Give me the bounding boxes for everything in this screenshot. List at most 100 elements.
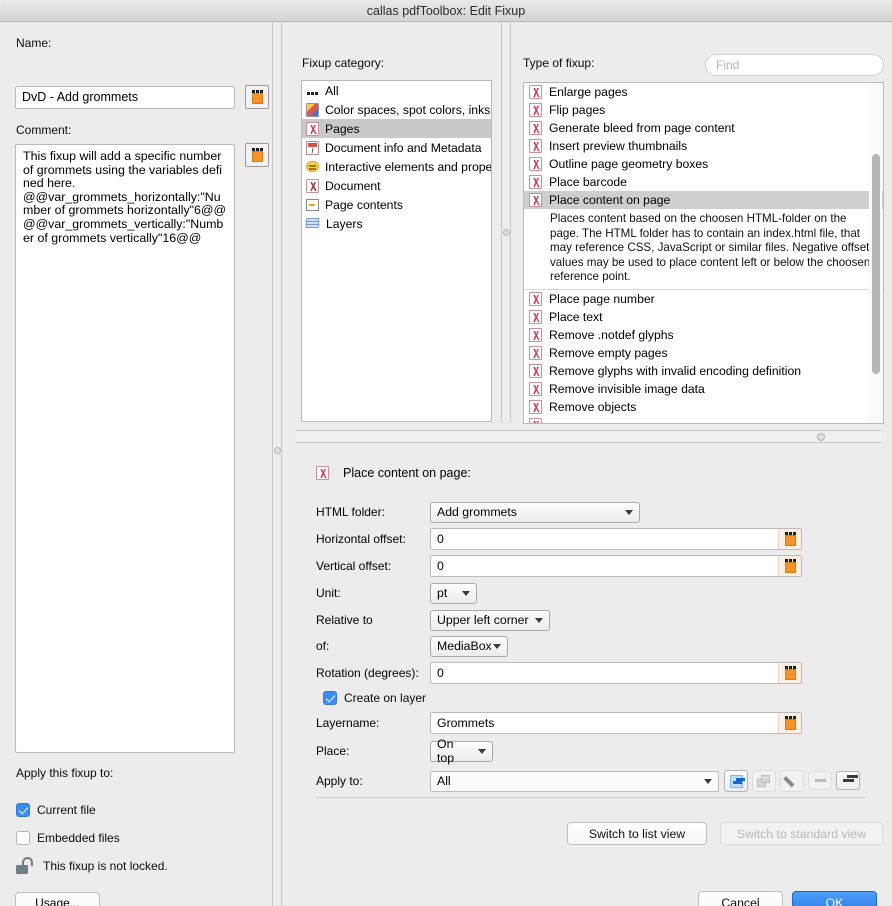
type-item-remove-objects[interactable]: Remove objects <box>524 398 883 416</box>
fixup-category-list[interactable]: All Color spaces, spot colors, inks Page… <box>301 80 492 422</box>
rotation-variable-button[interactable] <box>778 663 801 683</box>
type-item-place-barcode[interactable]: Place barcode <box>524 173 883 191</box>
ok-button[interactable]: OK <box>792 891 877 906</box>
type-list-scrollbar[interactable] <box>869 84 882 423</box>
type-item-remove-empty-pages[interactable]: Remove empty pages <box>524 344 883 362</box>
type-item-remove-invisible-image-data[interactable]: Remove invisible image data <box>524 380 883 398</box>
row-apply-to: Apply to: All <box>290 770 892 792</box>
place-dropdown[interactable]: On top <box>430 737 493 765</box>
horizontal-offset-input[interactable]: 0 <box>430 528 802 550</box>
of-dropdown[interactable]: MediaBox <box>430 635 508 657</box>
category-item-pages[interactable]: Pages <box>302 119 491 138</box>
comment-textarea[interactable]: This fixup will add a specific number of… <box>15 144 235 753</box>
horizontal-splitter[interactable] <box>296 430 882 443</box>
checkbox-create-on-layer[interactable]: Create on layer <box>323 691 426 705</box>
type-item-description: Places content based on the choosen HTML… <box>524 209 883 290</box>
rotation-input[interactable]: 0 <box>430 662 802 684</box>
type-item-place-text[interactable]: Place text <box>524 308 883 326</box>
comment-label: Comment: <box>16 123 72 137</box>
form-title: Place content on page: <box>343 466 471 480</box>
apply-to-value: All <box>437 774 451 788</box>
find-input[interactable]: Find <box>705 54 884 76</box>
unit-dropdown[interactable]: pt <box>430 582 477 604</box>
layername-input[interactable]: Grommets <box>430 712 802 734</box>
category-item-all[interactable]: All <box>302 81 491 100</box>
chevron-down-icon <box>625 510 633 515</box>
name-label: Name: <box>16 36 52 50</box>
row-rotation: Rotation (degrees): 0 <box>290 662 892 684</box>
type-item-enlarge-pages[interactable]: Enlarge pages <box>524 83 883 101</box>
type-list-scroll-thumb[interactable] <box>872 154 880 374</box>
category-item-interactive-elements[interactable]: Interactive elements and properties <box>302 157 491 176</box>
comment-variable-button[interactable] <box>245 143 269 167</box>
apply-to-add-button[interactable] <box>724 770 748 792</box>
name-variable-button[interactable] <box>245 85 269 109</box>
checkbox-current-file[interactable]: Current file <box>16 803 96 817</box>
category-item-layers[interactable]: Layers <box>302 214 491 233</box>
form-title-row: Place content on page: <box>316 466 471 480</box>
type-item-remove-invalid-encoding-glyphs[interactable]: Remove glyphs with invalid encoding defi… <box>524 362 883 380</box>
type-of-fixup-list[interactable]: Enlarge pages Flip pages Generate bleed … <box>523 82 884 424</box>
layername-variable-button[interactable] <box>778 713 801 733</box>
usage-button[interactable]: Usage... <box>15 892 100 906</box>
orange-variable-icon <box>784 532 797 546</box>
type-item-place-page-number[interactable]: Place page number <box>524 290 883 308</box>
chevron-down-icon <box>704 779 712 784</box>
type-item-remove-notdef-glyphs[interactable]: Remove .notdef glyphs <box>524 326 883 344</box>
middle-splitter-handle[interactable] <box>503 229 510 236</box>
apply-fixup-to-label: Apply this fixup to: <box>16 766 114 780</box>
edit-pencil-icon <box>785 775 799 788</box>
middle-splitter[interactable] <box>501 22 511 422</box>
duplicate-icon <box>757 774 771 788</box>
unlocked-padlock-icon <box>16 857 33 874</box>
orange-variable-icon <box>251 148 264 162</box>
layername-label: Layername: <box>316 716 380 730</box>
name-input[interactable]: DvD - Add grommets <box>15 86 235 109</box>
window-titlebar: callas pdfToolbox: Edit Fixup <box>0 0 892 22</box>
relative-to-value: Upper left corner <box>437 613 529 627</box>
pdf-page-icon <box>529 363 542 378</box>
unit-label: Unit: <box>316 586 341 600</box>
category-item-label: Color spaces, spot colors, inks <box>325 102 491 117</box>
vertical-offset-input[interactable]: 0 <box>430 555 802 577</box>
apply-to-dropdown[interactable]: All <box>430 770 719 792</box>
type-item-label: Remove objects <box>549 399 637 414</box>
pdf-page-icon <box>306 121 319 136</box>
rotation-value: 0 <box>437 666 444 680</box>
switch-to-list-view-button[interactable]: Switch to list view <box>567 822 707 845</box>
relative-to-dropdown[interactable]: Upper left corner <box>430 609 550 631</box>
color-swatch-icon <box>306 102 319 117</box>
left-splitter-handle[interactable] <box>274 447 281 454</box>
minus-icon <box>814 779 826 782</box>
category-item-page-contents[interactable]: Page contents <box>302 195 491 214</box>
type-item-label: Outline page geometry boxes <box>549 157 709 171</box>
type-item-label: Enlarge pages <box>549 85 628 99</box>
type-item-generate-bleed[interactable]: Generate bleed from page content <box>524 119 883 137</box>
type-item-label: Place content on page <box>549 193 671 207</box>
type-item-outline-page-geometry-boxes[interactable]: Outline page geometry boxes <box>524 155 883 173</box>
apply-to-plus-button[interactable] <box>836 771 860 790</box>
type-item-flip-pages[interactable]: Flip pages <box>524 101 883 119</box>
checkbox-embedded-files[interactable]: Embedded files <box>16 831 120 845</box>
category-item-document[interactable]: Document <box>302 176 491 195</box>
type-item-label: Place barcode <box>549 175 627 189</box>
cancel-button[interactable]: Cancel <box>698 891 783 906</box>
layername-value: Grommets <box>437 716 495 730</box>
horizontal-splitter-handle[interactable] <box>817 433 825 441</box>
type-item-insert-preview-thumbnails[interactable]: Insert preview thumbnails <box>524 137 883 155</box>
html-folder-dropdown[interactable]: Add grommets <box>430 501 640 523</box>
apply-to-edit-button[interactable] <box>780 770 804 792</box>
pdf-page-icon <box>529 121 542 135</box>
checkbox-current-file-box[interactable] <box>16 803 30 817</box>
checkbox-create-on-layer-box[interactable] <box>323 691 337 705</box>
vertical-offset-variable-button[interactable] <box>778 556 801 576</box>
horizontal-offset-variable-button[interactable] <box>778 529 801 549</box>
left-splitter[interactable] <box>272 22 282 906</box>
of-label: of: <box>316 639 330 653</box>
type-item-place-content-on-page[interactable]: Place content on page <box>524 191 883 209</box>
category-item-color-spaces[interactable]: Color spaces, spot colors, inks <box>302 100 491 119</box>
category-item-document-info[interactable]: Document info and Metadata <box>302 138 491 157</box>
checkbox-embedded-files-box[interactable] <box>16 831 30 845</box>
window-title: callas pdfToolbox: Edit Fixup <box>366 3 526 18</box>
type-item-partially-hidden[interactable] <box>524 416 883 423</box>
